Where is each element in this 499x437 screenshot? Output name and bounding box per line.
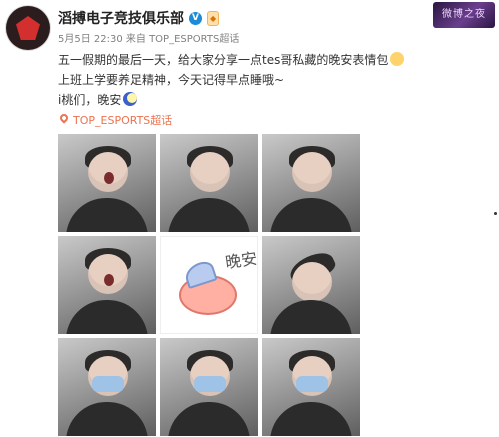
weibo-night-banner[interactable]: 微博之夜 <box>433 2 495 28</box>
topic-link[interactable]: TOP_ESPORTS超话 <box>58 112 172 128</box>
post-line-1: 五一假期的最后一天，给大家分享一点tes哥私藏的晚安表情包 <box>58 50 478 70</box>
verified-icon: V <box>189 11 202 25</box>
team-logo-icon <box>16 16 40 40</box>
sticker-text: 晚安 <box>224 248 258 273</box>
post-line-3: i桃们，晚安 <box>58 90 478 110</box>
scroll-indicator <box>494 212 497 215</box>
post-image-7[interactable] <box>58 338 156 436</box>
post-image-1[interactable] <box>58 134 156 232</box>
post-line-2: 上班上学要养足精神，今天记得早点睡哦~ <box>58 73 285 87</box>
post-content: 五一假期的最后一天，给大家分享一点tes哥私藏的晚安表情包 上班上学要养足精神，… <box>58 50 478 110</box>
post-image-5-goodnight-sticker[interactable]: 晚安 <box>160 236 258 334</box>
image-grid: 晚安 <box>58 134 360 436</box>
post-meta: 5月5日 22:30 来自 TOP_ESPORTS超话 <box>58 34 240 45</box>
post-image-9[interactable] <box>262 338 360 436</box>
topic-link-text[interactable]: TOP_ESPORTS超话 <box>73 112 172 128</box>
post-image-2[interactable] <box>160 134 258 232</box>
location-pin-icon <box>58 114 70 126</box>
vip-icon: ◆ <box>207 10 220 26</box>
moon-icon <box>123 92 138 106</box>
post-image-4[interactable] <box>58 236 156 334</box>
weibo-post: 滔搏电子竞技俱乐部 V ◆ 5月5日 22:30 来自 TOP_ESPORTS超… <box>0 0 499 437</box>
cute-face-icon <box>390 52 405 66</box>
post-image-6[interactable] <box>262 236 360 334</box>
account-avatar[interactable] <box>6 6 50 50</box>
post-image-3[interactable] <box>262 134 360 232</box>
account-name-row: 滔搏电子竞技俱乐部 V ◆ <box>58 8 220 28</box>
post-image-8[interactable] <box>160 338 258 436</box>
account-name[interactable]: 滔搏电子竞技俱乐部 <box>58 8 184 28</box>
